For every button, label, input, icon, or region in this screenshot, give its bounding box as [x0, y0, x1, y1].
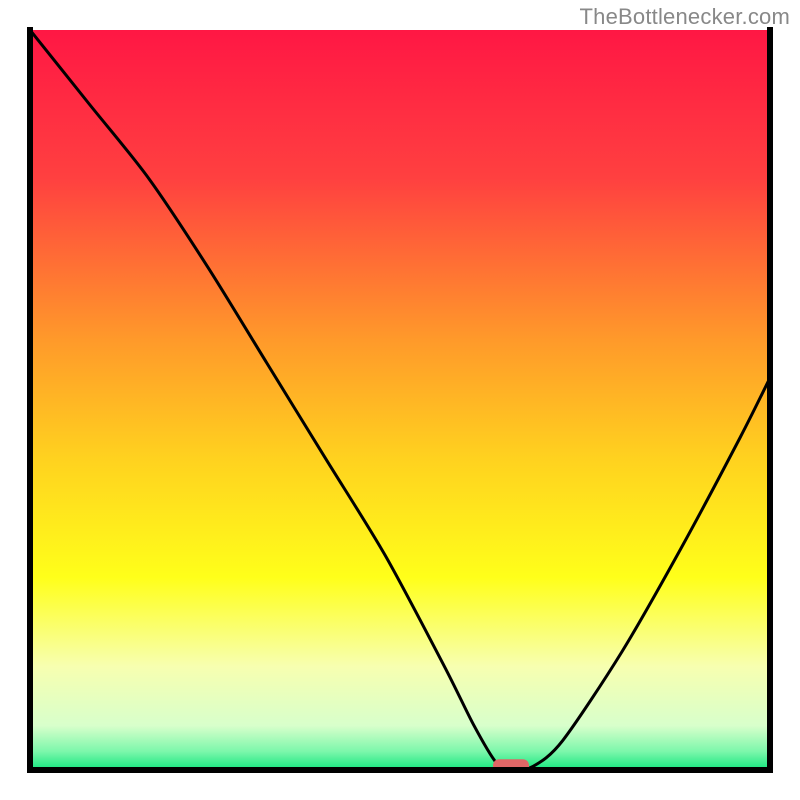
bottleneck-chart [0, 0, 800, 800]
watermark-text: TheBottlenecker.com [580, 4, 790, 30]
chart-container: TheBottlenecker.com [0, 0, 800, 800]
